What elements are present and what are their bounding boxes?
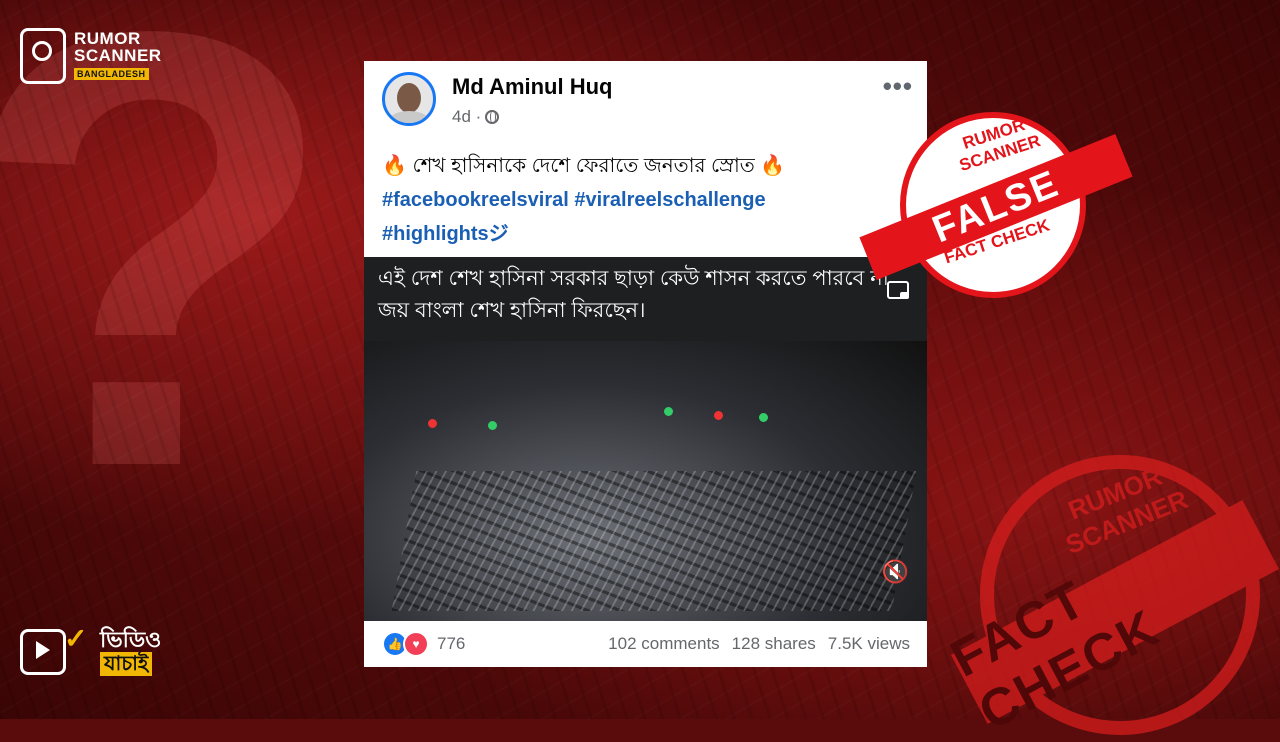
post-stats: 102 comments 128 shares 7.5K views <box>608 634 910 654</box>
light-dot <box>664 407 673 416</box>
facebook-post-card: Md Aminul Huq 4d · ••• 🔥 শেখ হাসিনাকে দে… <box>364 61 927 667</box>
play-icon <box>20 629 66 675</box>
fire-icon: 🔥 <box>760 155 786 177</box>
badge-line2: যাচাই <box>100 652 153 676</box>
light-dot <box>428 419 437 428</box>
logo-sub: BANGLADESH <box>74 68 149 80</box>
reactions[interactable]: 👍 ♥ 776 <box>382 631 465 657</box>
hashtag-link[interactable]: #viralreelschallenge <box>574 189 765 211</box>
badge-line1: ভিডিও <box>100 627 162 652</box>
globe-icon <box>485 110 500 124</box>
more-options-icon[interactable]: ••• <box>883 71 913 102</box>
light-dot <box>759 413 768 422</box>
comments-count[interactable]: 102 comments <box>608 634 720 654</box>
phone-icon <box>20 28 66 84</box>
post-footer: 👍 ♥ 776 102 comments 128 shares 7.5K vie… <box>364 621 927 667</box>
post-time[interactable]: 4d · <box>452 107 481 127</box>
checkmark-icon: ✓ <box>64 623 88 654</box>
post-meta: 4d · <box>452 107 500 127</box>
views-count: 7.5K views <box>827 634 910 653</box>
fact-check-watermark-stamp: RUMOR SCANNER FACT CHECK <box>942 455 1279 742</box>
shares-count[interactable]: 128 shares <box>732 634 816 654</box>
avatar[interactable] <box>382 72 436 126</box>
fire-icon: 🔥 <box>382 155 407 177</box>
post-caption: 🔥 শেখ হাসিনাকে দেশে ফেরাতে জনতার স্রোত 🔥… <box>382 149 912 251</box>
video-overlay-text: এই দেশ শেখ হাসিনা সরকার ছাড়া কেউ শাসন ক… <box>378 267 889 322</box>
reaction-count: 776 <box>437 634 466 653</box>
video-verify-badge: ✓ ভিডিও যাচাই <box>20 623 162 676</box>
rumor-scanner-logo: RUMOR SCANNER BANGLADESH <box>20 28 162 84</box>
hashtag-link[interactable]: #facebookreelsviral <box>382 189 569 211</box>
love-icon: ♥ <box>403 631 429 657</box>
video-frame <box>364 341 927 621</box>
logo-line1: RUMOR <box>74 29 141 48</box>
light-dot <box>488 421 497 430</box>
video-player[interactable]: এই দেশ শেখ হাসিনা সরকার ছাড়া কেউ শাসন ক… <box>364 257 927 621</box>
mute-icon[interactable]: 🔇 <box>882 559 909 585</box>
caption-text: শেখ হাসিনাকে দেশে ফেরাতে জনতার স্রোত <box>412 155 755 177</box>
false-stamp: RUMOR SCANNER FALSE FACT CHECK <box>859 112 1133 298</box>
hashtag-link[interactable]: #highlightsジ <box>382 223 509 245</box>
light-dot <box>714 411 723 420</box>
logo-line2: SCANNER <box>74 46 162 65</box>
post-author[interactable]: Md Aminul Huq <box>452 74 613 100</box>
